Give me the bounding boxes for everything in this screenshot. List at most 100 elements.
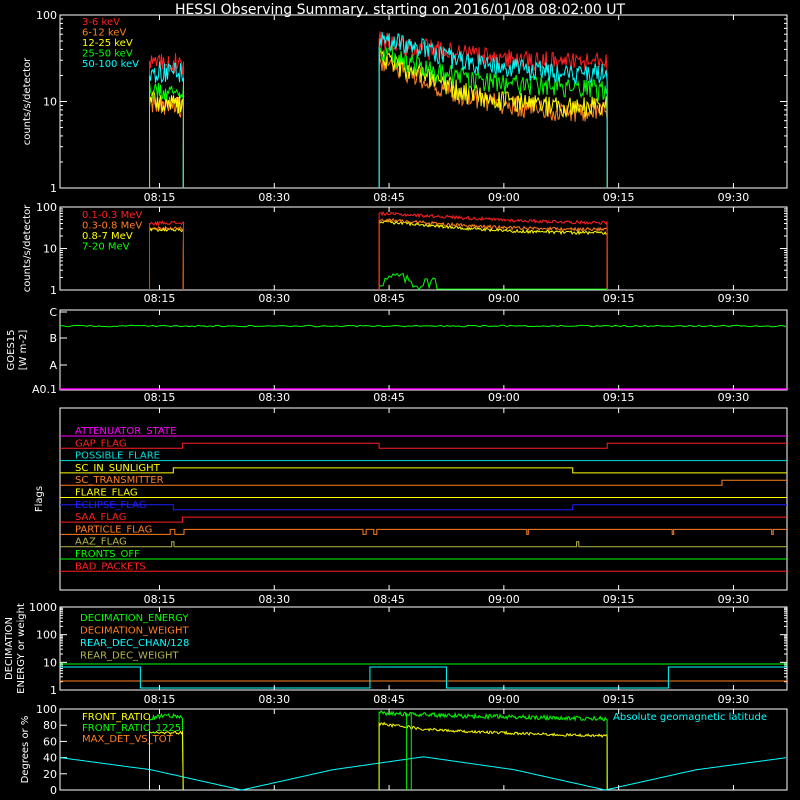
x-tick-label: 09:15 (603, 391, 635, 404)
y-tick-label: B (49, 332, 57, 345)
goes-y-axis-unit: [W m-2] (18, 330, 29, 371)
flag-label: ATTENUATOR_STATE (75, 426, 176, 437)
x-tick-label: 08:15 (144, 693, 176, 706)
ratios-y-axis-label: Degrees or % (20, 716, 31, 784)
x-tick-label: 08:30 (258, 593, 290, 606)
hessi-summary-plot: HESSI Observing Summary, starting on 201… (4, 2, 788, 797)
goes-y-axis-label: GOES15 (6, 329, 17, 370)
ratio-line-front_ratio_1225 (378, 710, 608, 791)
decimation-y-axis-label2: ENERGY or weight (16, 603, 27, 694)
y-tick-label: 1 (50, 284, 57, 297)
x-tick-label: 08:30 (258, 693, 290, 706)
y-tick-label: 1 (50, 684, 57, 697)
x-tick-label: 09:30 (718, 593, 750, 606)
y-tick-label: A0.1 (32, 383, 57, 396)
series-line-0-8-7-mev (148, 226, 185, 291)
xray-legend-entry: 25-50 keV (82, 49, 133, 60)
y-tick-label: 0 (50, 784, 57, 797)
decimation-legend-entry: REAR_DEC_CHAN/128 (80, 638, 189, 649)
x-tick-label: 08:15 (144, 191, 176, 204)
x-tick-label: 08:30 (258, 191, 290, 204)
series-line-7-20-mev (378, 272, 608, 291)
flag-label: BAD_PACKETS (75, 561, 146, 572)
y-tick-label: 40 (43, 752, 57, 765)
y-tick-label: 10 (43, 656, 57, 669)
x-tick-label: 08:30 (258, 391, 290, 404)
x-tick-label: 09:15 (603, 292, 635, 305)
series-line-0-1-0-3-mev (378, 210, 608, 291)
geomagnetic-latitude-label: Absolute geomagnetic latitude (613, 712, 767, 723)
x-tick-label: 09:15 (603, 593, 635, 606)
x-tick-label: 08:15 (144, 593, 176, 606)
y-tick-label: 10 (43, 243, 57, 256)
ratios-legend-entry: MAX_DET_VS_TOT (82, 734, 174, 745)
y-tick-label: 20 (43, 768, 57, 781)
flag-line (60, 442, 787, 449)
xray-legend-entry: 3-6 keV (82, 17, 120, 28)
flag-label: PARTICLE_FLAG (75, 524, 152, 535)
x-tick-label: 09:30 (718, 693, 750, 706)
gamma-legend-entry: 7-20 MeV (82, 242, 130, 253)
series-line-12-25-kev (378, 49, 608, 189)
x-tick-label: 08:15 (144, 292, 176, 305)
flag-label: POSSIBLE_FLARE (75, 451, 160, 462)
x-tick-label: 08:45 (373, 292, 405, 305)
flag-line (60, 467, 787, 474)
ratios-legend-entry: FRONT_RATIO_1225 (82, 723, 181, 734)
x-tick-label: 09:00 (488, 191, 520, 204)
decimation-legend-entry: REAR_DEC_WEIGHT (80, 651, 179, 662)
goes-flux-line (59, 324, 787, 328)
series-line-0-8-7-mev (378, 219, 608, 291)
flag-line (60, 541, 787, 548)
y-tick-label: 60 (43, 735, 57, 748)
flag-line (60, 516, 787, 523)
x-tick-label: 08:45 (373, 191, 405, 204)
x-tick-label: 09:00 (488, 391, 520, 404)
x-tick-label: 09:00 (488, 292, 520, 305)
series-line-0-1-0-3-mev (148, 220, 185, 291)
xray-legend-entry: 6-12 keV (82, 28, 126, 39)
flag-line (60, 504, 787, 511)
panels: 11010008:15 08:30 08:45 09:00 09:15 09:30coun… (4, 9, 788, 797)
x-tick-label: 08:45 (373, 693, 405, 706)
y-tick-label: 100 (36, 201, 57, 214)
y-tick-label: 80 (43, 719, 57, 732)
flags-y-axis-label: Flags (34, 486, 45, 512)
x-tick-label: 09:30 (718, 391, 750, 404)
flag-label: FLARE_FLAG (75, 488, 138, 499)
flag-line (60, 479, 787, 486)
gamma-panel-frame (59, 206, 788, 291)
series-line-3-6-kev (378, 31, 608, 189)
decimation-legend-entry: DECIMATION_WEIGHT (80, 626, 189, 637)
xray-y-axis-label: counts/s/detector (22, 57, 33, 145)
y-tick-label: 100 (36, 9, 57, 22)
x-tick-label: 09:30 (718, 292, 750, 305)
x-tick-label: 08:45 (373, 593, 405, 606)
flag-label: SC_TRANSMITTER (75, 475, 164, 486)
y-tick-label: C (49, 306, 57, 319)
x-tick-label: 08:15 (144, 391, 176, 404)
y-tick-label: 100 (36, 629, 57, 642)
series-line-25-50-kev (378, 45, 608, 189)
flag-label: ECLIPSE_FLAG (75, 500, 146, 511)
x-tick-label: 09:15 (603, 693, 635, 706)
y-tick-label: 1000 (29, 601, 57, 614)
flag-label: SC_IN_SUNLIGHT (75, 463, 161, 474)
series-line-12-25-kev (148, 89, 185, 189)
gamma-legend-entry: 0.8-7 MeV (82, 231, 133, 242)
series-line-0-3-0-8-mev (148, 225, 184, 291)
y-tick-label: 10 (43, 96, 57, 109)
x-tick-label: 09:15 (603, 191, 635, 204)
y-tick-label: 1 (50, 182, 57, 195)
y-tick-label: A (49, 359, 57, 372)
flag-label: SAA_FLAG (75, 512, 126, 523)
geomagnetic-latitude-line (59, 756, 787, 791)
flag-label: AAZ_FLAG (75, 537, 127, 548)
flag-label: FRONTS_OFF (75, 549, 140, 560)
gamma-legend-entry: 0.1-0.3 MeV (82, 210, 142, 221)
x-tick-label: 08:45 (373, 391, 405, 404)
x-tick-label: 09:00 (488, 693, 520, 706)
gamma-legend-entry: 0.3-0.8 MeV (82, 221, 142, 232)
decimation-y-axis-label: DECIMATION (4, 617, 15, 680)
ratio-line-front_ratio (378, 721, 608, 791)
